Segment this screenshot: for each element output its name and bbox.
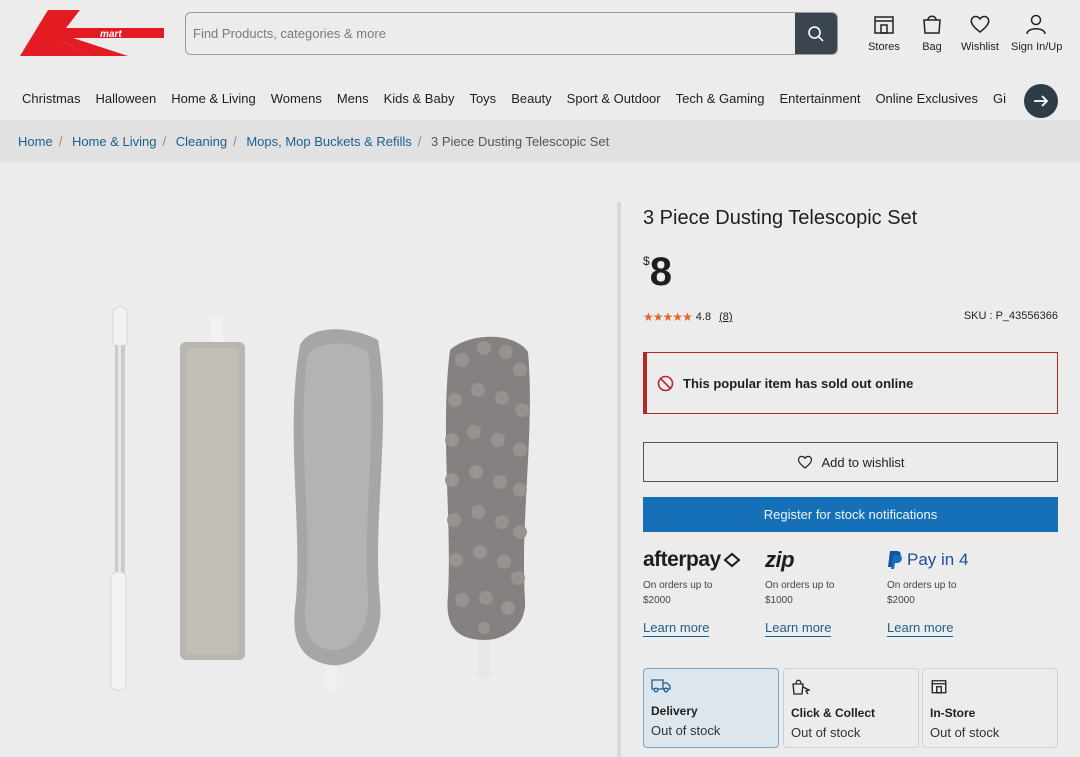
breadcrumb-cleaning[interactable]: Cleaning [176, 134, 227, 149]
in-store-label: In-Store [930, 706, 976, 720]
breadcrumb-current: 3 Piece Dusting Telescopic Set [431, 134, 610, 149]
category-nav: Christmas Halloween Home & Living Womens… [22, 91, 1021, 111]
prohibited-icon [657, 375, 674, 391]
stock-notification-button[interactable]: Register for stock notifications [643, 497, 1058, 532]
soldout-message: This popular item has sold out online [683, 375, 914, 391]
delivery-label: Delivery [651, 704, 698, 718]
site-header: mart Stores Bag Wishlist Sign In/Up Chri… [0, 0, 1080, 120]
sign-in-link[interactable]: Sign In/Up [1011, 12, 1063, 62]
paypal-description: On orders up to $2000 [887, 580, 957, 606]
soldout-alert: This popular item has sold out online [643, 352, 1058, 414]
nav-item-home-living[interactable]: Home & Living [171, 91, 256, 111]
zip-description: On orders up to $1000 [765, 580, 835, 606]
delivery-status: Out of stock [651, 723, 721, 738]
nav-item-halloween[interactable]: Halloween [96, 91, 157, 111]
afterpay-description: On orders up to $2000 [643, 580, 713, 606]
price-amount: 8 [649, 250, 672, 294]
afterpay-logo: afterpay [643, 548, 758, 572]
paypal-option: Pay in 4 On orders up to $2000 Learn more [887, 548, 1002, 637]
price-currency: $ [643, 254, 650, 268]
store-icon [874, 16, 894, 34]
stores-link[interactable]: Stores [859, 12, 909, 62]
zip-learn-more[interactable]: Learn more [765, 620, 832, 637]
nav-item-beauty[interactable]: Beauty [511, 91, 551, 111]
arrow-right-icon [1034, 95, 1049, 107]
search-icon [808, 25, 824, 42]
wishlist-label: Wishlist [961, 41, 999, 53]
nav-item-mens[interactable]: Mens [337, 91, 369, 111]
breadcrumb: Home / Home & Living / Cleaning / Mops, Mop… [18, 134, 610, 149]
nav-item-online-exclusives[interactable]: Online Exclusives [875, 91, 978, 111]
nav-item-toys[interactable]: Toys [469, 91, 496, 111]
truck-icon [651, 679, 671, 693]
zip-option: zip On orders up to $1000 Learn more [765, 547, 880, 637]
breadcrumb-bar: Home / Home & Living / Cleaning / Mops, Mop… [0, 120, 1080, 162]
search-button[interactable] [795, 13, 837, 54]
review-count[interactable]: (8) [719, 311, 732, 323]
afterpay-learn-more[interactable]: Learn more [643, 620, 710, 637]
nav-item-tech-gaming[interactable]: Tech & Gaming [676, 91, 765, 111]
gallery-divider [617, 202, 621, 757]
nav-item-kids-baby[interactable]: Kids & Baby [384, 91, 455, 111]
heart-icon [970, 15, 990, 33]
nav-scroll-right-button[interactable] [1024, 84, 1058, 118]
nav-item-gifts[interactable]: Gi [993, 91, 1006, 111]
nav-item-entertainment[interactable]: Entertainment [780, 91, 861, 111]
in-store-option[interactable]: In-Store Out of stock [922, 668, 1058, 748]
paypal-learn-more[interactable]: Learn more [887, 620, 954, 637]
product-image-gallery[interactable] [0, 162, 617, 757]
afterpay-option: afterpay On orders up to $2000 Learn more [643, 548, 758, 637]
click-collect-status: Out of stock [791, 725, 861, 740]
nav-item-christmas[interactable]: Christmas [22, 91, 81, 111]
bag-icon [923, 15, 941, 34]
rating-stars-icon: ★★★★★ [643, 310, 693, 324]
search-input[interactable] [186, 13, 796, 54]
product-price: $8 [643, 252, 672, 292]
zip-logo: zip [765, 547, 795, 572]
breadcrumb-home-living[interactable]: Home & Living [72, 134, 157, 149]
kmart-logo[interactable]: mart [18, 8, 168, 60]
paypal-icon [888, 551, 902, 569]
breadcrumb-mops[interactable]: Mops, Mop Buckets & Refills [246, 134, 411, 149]
breadcrumb-home[interactable]: Home [18, 134, 53, 149]
product-sku: SKU : P_43556366 [963, 310, 1058, 322]
search-bar [185, 12, 838, 55]
user-icon [1026, 14, 1046, 35]
product-title: 3 Piece Dusting Telescopic Set [643, 207, 918, 229]
afterpay-arrows-icon [723, 552, 741, 568]
logo-wordmark: mart [100, 29, 122, 40]
wishlist-link[interactable]: Wishlist [955, 12, 1005, 62]
sign-in-label: Sign In/Up [1011, 41, 1063, 53]
delivery-option[interactable]: Delivery Out of stock [643, 668, 779, 748]
click-collect-label: Click & Collect [791, 706, 876, 720]
product-rating[interactable]: ★★★★★ 4.8 (8) [643, 310, 733, 324]
product-image [110, 306, 530, 691]
in-store-status: Out of stock [930, 725, 1000, 740]
stores-label: Stores [868, 41, 900, 53]
nav-item-womens[interactable]: Womens [271, 91, 322, 111]
store-icon [931, 680, 947, 694]
heart-icon [798, 455, 813, 469]
nav-item-sport-outdoor[interactable]: Sport & Outdoor [567, 91, 661, 111]
rating-value: 4.8 [695, 311, 712, 323]
bag-link[interactable]: Bag [907, 12, 957, 62]
add-to-wishlist-button[interactable]: Add to wishlist [643, 442, 1058, 482]
wishlist-button-label: Add to wishlist [821, 454, 905, 470]
bag-label: Bag [922, 41, 942, 53]
click-collect-icon [792, 679, 811, 695]
paypal-logo: Pay in 4 [887, 548, 1002, 572]
click-collect-option[interactable]: Click & Collect Out of stock [783, 668, 919, 748]
